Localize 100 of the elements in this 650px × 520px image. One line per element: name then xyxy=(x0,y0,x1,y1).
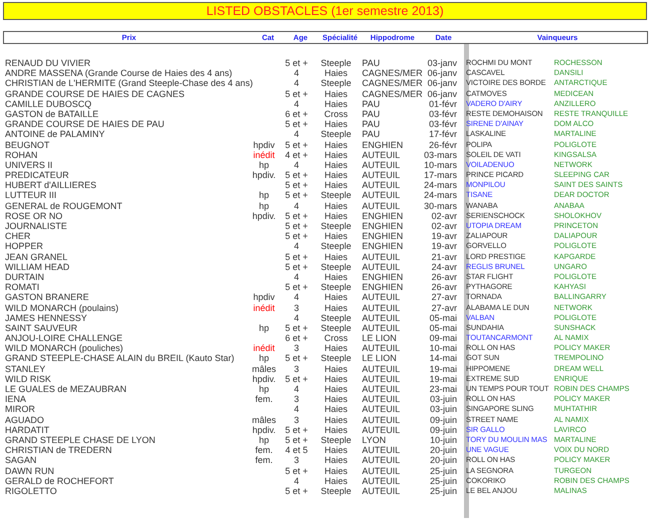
table-cell-text: CHRISTIAN de L'HERMITE (Grand Steeple-Chase des 4 ans) xyxy=(4,78,250,89)
table-cell-text: 14-mai xyxy=(428,353,458,364)
table-cell-text: 5 et + xyxy=(284,170,309,180)
table-cell-text: Haies xyxy=(323,98,348,109)
table-cell-text: AUTEUIL xyxy=(361,302,402,313)
table-cell-text: Steeple xyxy=(320,190,352,201)
table-cell-text: 24-mars xyxy=(422,180,458,190)
table-cell-text: 4 xyxy=(292,129,300,140)
table-cell-text: 5 et + xyxy=(284,353,309,364)
table-cell-text: 02-avr xyxy=(430,210,458,222)
table-cell-text: ENGHIEN xyxy=(361,241,404,252)
table-cell-text: Haies xyxy=(323,292,348,303)
table-cell-text: Steeple xyxy=(320,221,352,232)
table-cell-text: Haies xyxy=(323,445,348,456)
table-cell-text: 3 xyxy=(292,414,300,425)
table-cell-text: LE LION xyxy=(361,353,398,364)
table-cell-text: Steeple xyxy=(320,486,352,496)
table-cell-text: 5 et + xyxy=(284,374,309,384)
table-cell-text: Haies xyxy=(323,252,348,262)
table-cell-text: AUTEUIL xyxy=(361,466,402,476)
table-cell-text: AUTEUIL xyxy=(361,252,402,262)
table-cell-text: 5 et + xyxy=(284,434,309,446)
table-cell-text: 5 et + xyxy=(284,58,309,68)
table-cell-text: Steeple xyxy=(320,312,352,323)
table-cell-text: 4 xyxy=(292,241,300,252)
table-cell-text: 5 et + xyxy=(284,282,309,292)
table-cell-text: hp xyxy=(258,200,270,211)
table-cell-text: IENA xyxy=(4,394,28,404)
table-cell-text: 09-mai xyxy=(428,333,458,344)
table-cell-text: AUTEUIL xyxy=(361,445,402,456)
table-cell-text: AUTEUIL xyxy=(361,394,402,404)
table-cell-text: 23-mai xyxy=(428,384,458,394)
table-cell-text: LE GUALES de MEZAUBRAN xyxy=(4,384,128,394)
table-cell-text: 5 et + xyxy=(284,466,309,476)
table-cell-text: JEAN GRANEL xyxy=(4,252,69,262)
table-cell-text: 19-mai xyxy=(428,374,458,384)
table-cell-text: Steeple xyxy=(320,322,352,334)
table-cell-text: Haies xyxy=(323,88,348,99)
table-cell-text: AUTEUIL xyxy=(361,312,402,323)
table-cell-text: 06-janv xyxy=(426,68,458,78)
table-cell-text: Steeple xyxy=(320,282,352,292)
table-cell-text: GRAND STEEPLE CHASE DE LYON xyxy=(4,434,156,446)
table-cell-text: AUTEUIL xyxy=(361,150,402,160)
table-cell-text: CHER xyxy=(4,231,32,242)
table-cell-text: HOPPER xyxy=(4,241,44,252)
table-cell-text: 03-mars xyxy=(422,150,458,160)
table-cell-text: 03-févr xyxy=(428,119,458,130)
table-cell-text: AUTEUIL xyxy=(361,343,402,354)
table-cell-text: 4 et 5 xyxy=(284,445,309,456)
table-cell-text: 3 xyxy=(292,455,300,466)
table-cell-text: fem. xyxy=(254,394,274,404)
table-cell-text: WILD RISK xyxy=(4,374,52,384)
table-cell-text: PREDICATEUR xyxy=(4,170,70,180)
table-cell-text: GENERAL de ROUGEMONT xyxy=(4,200,124,211)
table-cell-text: 09-juin xyxy=(428,424,458,435)
table-cell-text: 21-avr xyxy=(430,252,458,262)
table-cell-text: AUTEUIL xyxy=(361,374,402,384)
table-cell-text: Steeple xyxy=(320,58,352,68)
table-cell-text: hp xyxy=(258,353,270,364)
table-cell-text: inédit xyxy=(252,302,276,313)
table-cell-text: Steeple xyxy=(320,241,352,252)
table-cell-text: hp xyxy=(258,384,270,394)
table-cell-text: hpdiv. xyxy=(251,210,277,222)
table-cell-text: 5 et + xyxy=(284,180,309,190)
table-cell-text: 4 xyxy=(292,404,300,415)
table-cell-text: 4 xyxy=(292,98,300,109)
table-cell-text: GRAND STEEPLE-CHASE ALAIN du BREIL (Kauto Star) xyxy=(4,353,236,364)
table-cell-text: 5 et + xyxy=(284,322,309,334)
table-cell-text: JOURNALISTE xyxy=(4,221,68,232)
table-cell-text: Haies xyxy=(324,272,348,282)
table-cell-text: Haies xyxy=(323,68,348,78)
table-cell-text: 03-juin xyxy=(428,394,458,404)
table-cell-text: GERALD de ROCHEFORT xyxy=(4,476,115,486)
table-cell-text: SAGAN xyxy=(4,455,38,466)
table-cell-text: PAU xyxy=(361,108,381,120)
table-cell-text: hpdiv xyxy=(252,140,276,150)
table-cell-text: 05-mai xyxy=(428,312,458,323)
table-cell-text: 19-avr xyxy=(430,231,458,242)
table-cell-text: ENGHIEN xyxy=(361,210,404,222)
table-cell-text: 03-janv xyxy=(426,58,458,68)
table-cell-text: PAU xyxy=(361,98,381,109)
table-cell-text: 26-févr xyxy=(428,140,458,150)
table-cell-text: 5 et + xyxy=(284,262,309,272)
table-cell-text: Haies xyxy=(323,424,348,435)
table-cell-text: 5 et + xyxy=(284,424,309,435)
table-cell-text: CAGNES/MER xyxy=(361,88,420,99)
table-cell-text: WILD MONARCH (pouliches) xyxy=(4,343,124,354)
table-cell-text: Haies xyxy=(323,119,348,130)
table-cell-text: HUBERT d'AILLIERES xyxy=(4,180,98,190)
table-cell-text: JAMES HENNESSY xyxy=(4,312,88,323)
table-cell-text: Haies xyxy=(323,343,348,354)
table-cell-text: Haies xyxy=(323,231,348,242)
table-cell-text: 03-juin xyxy=(428,404,458,415)
table-cell-text: Haies xyxy=(323,404,348,415)
table-cell-text: ENGHIEN xyxy=(361,140,404,150)
table-cell-text: 3 xyxy=(292,302,300,313)
table-cell-text: AUTEUIL xyxy=(361,384,402,394)
table-cell-text: AUTEUIL xyxy=(361,292,402,303)
table-cell-text: 3 xyxy=(292,364,300,374)
table-cell-text: GASTON de BATAILLE xyxy=(4,108,100,120)
